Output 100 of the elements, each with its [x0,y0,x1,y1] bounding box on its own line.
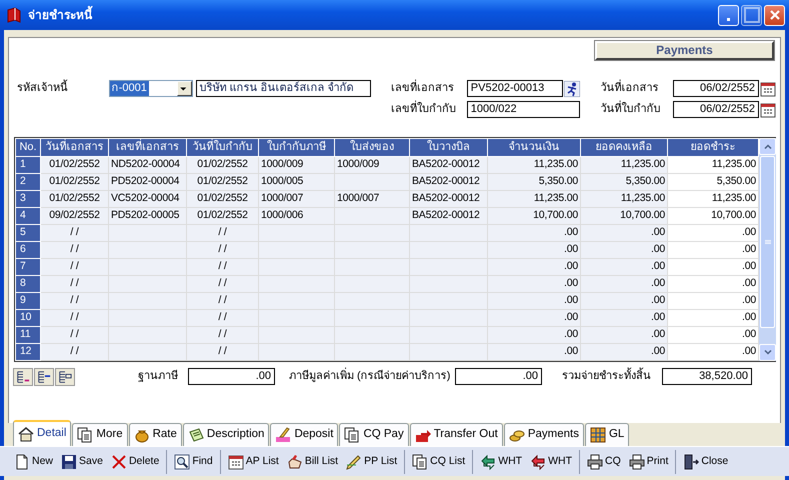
table-cell: / / [40,258,108,275]
row-button[interactable] [34,368,54,386]
toolbar-button[interactable]: AP List [224,450,283,474]
table-cell[interactable]: .00 [668,224,758,241]
minimize-button[interactable] [718,4,739,26]
table-cell: / / [40,224,108,241]
table-cell[interactable]: 11,235.00 [668,190,758,207]
tab[interactable]: More [72,423,128,446]
toolbar-button[interactable]: Close [679,450,732,474]
field-label: เลขที่ใบกำกับ [390,101,467,118]
tab[interactable]: Deposit [270,423,338,446]
table-cell[interactable]: .00 [668,343,758,360]
table-cell: 1000/007 [258,190,334,207]
toolbar-button[interactable]: WHT [476,450,526,474]
table-cell[interactable]: .00 [668,292,758,309]
grand-total-field[interactable]: 38,520.00 [662,368,752,385]
tab[interactable]: Transfer Out [410,423,503,446]
creditor-code-combobox[interactable]: ก-0001 [108,80,192,97]
table-cell[interactable]: 11,235.00 [668,156,758,173]
table-cell[interactable]: .00 [668,326,758,343]
column-header[interactable]: วันที่ใบกำกับ [186,138,258,156]
vat-field[interactable]: .00 [455,368,542,385]
tab[interactable]: GL [584,423,630,446]
column-header[interactable]: ยอดชำระ [668,138,758,156]
minimize-icon [725,18,732,20]
table-cell: 11,235.00 [580,190,668,207]
scroll-down-button[interactable] [759,344,776,360]
row-button[interactable] [13,368,33,386]
table-cell: 5,350.00 [580,173,668,190]
save-icon [61,454,78,470]
calendar-button[interactable] [759,101,776,118]
table-cell[interactable]: .00 [668,258,758,275]
column-header[interactable]: เลขที่เอกสาร [108,138,186,156]
table-cell: 01/02/2552 [186,207,258,224]
maximize-button[interactable] [741,4,762,26]
scroll-up-button[interactable] [759,138,776,155]
calendar-button[interactable] [759,80,776,97]
toolbar-button[interactable]: CQ [583,450,625,474]
tab[interactable]: Payments [504,423,584,446]
toolbar-button[interactable]: Print [624,450,672,474]
note-icon [188,427,204,443]
document-date-field[interactable]: 06/02/2552 [673,80,760,97]
table-cell: / / [186,258,258,275]
table-cell: .00 [580,343,668,360]
invoice-date-field[interactable]: 06/02/2552 [673,101,760,118]
column-header[interactable]: วันที่เอกสาร [40,138,108,156]
tab[interactable]: CQ Pay [339,423,409,446]
toolbar-button[interactable]: WHT [526,450,576,474]
table-cell[interactable]: .00 [668,309,758,326]
scroll-thumb[interactable] [760,156,775,328]
row-number: 3 [16,190,40,207]
row-number: 7 [16,258,40,275]
tax-base-field[interactable]: .00 [188,368,275,385]
table-cell: BA5202-00012 [410,190,488,207]
field-label: วันที่เอกสาร [600,80,674,97]
tax-invoice-number-field[interactable]: 1000/022 [466,101,580,118]
table-cell[interactable]: 5,350.00 [668,173,758,190]
table-cell: BA5202-00012 [410,207,488,224]
table-cell[interactable]: 10,700.00 [668,207,758,224]
scrollbar[interactable] [759,138,776,360]
toolbar-button[interactable]: Find [170,450,217,474]
toolbar-button[interactable]: Bill List [282,450,342,474]
table-cell: / / [40,275,108,292]
table-cell: / / [186,326,258,343]
column-header[interactable]: No. [16,138,40,156]
table-cell: 01/02/2552 [186,173,258,190]
row-button[interactable] [55,368,75,386]
column-header[interactable]: ใบวางบิล [410,138,488,156]
toolbar-button[interactable]: PP List [342,450,402,474]
column-header[interactable]: จำนวนเงิน [488,138,580,156]
table-cell[interactable]: .00 [668,241,758,258]
table-cell: / / [186,224,258,241]
tab[interactable]: Description [182,423,270,446]
column-header[interactable]: ใบกำกับภาษี [258,138,334,156]
table-cell: .00 [580,309,668,326]
column-header[interactable]: ใบส่งของ [334,138,410,156]
row-number: 8 [16,275,40,292]
table-cell: / / [186,309,258,326]
table-cell: / / [40,309,108,326]
table-cell: .00 [580,241,668,258]
toolbar-button[interactable]: Delete [106,450,164,474]
close-button[interactable] [764,4,785,26]
table-cell[interactable]: .00 [668,275,758,292]
toolbar-button[interactable]: CQ List [408,450,470,474]
toolbar-button[interactable]: Save [57,450,107,474]
document-number-field[interactable]: PV5202-00013 [466,80,563,97]
creditor-name-field[interactable]: บริษัท แกรน อินเตอร์สเกล จำกัด [196,80,372,97]
row-number: 12 [16,343,40,360]
toolbar-button[interactable]: New [10,450,58,474]
table-cell: .00 [488,309,580,326]
document-number-button[interactable] [564,80,580,97]
row-number: 5 [16,224,40,241]
column-header[interactable]: ยอดคงเหลือ [580,138,668,156]
calendar-icon [760,80,776,96]
field-label: รวมจ่ายชำระทั้งสิ้น [562,368,662,385]
document-icon [14,454,30,470]
tab[interactable]: Detail [13,420,72,446]
transfer-icon [414,427,431,443]
tab[interactable]: Rate [128,423,182,446]
table-cell: .00 [580,292,668,309]
